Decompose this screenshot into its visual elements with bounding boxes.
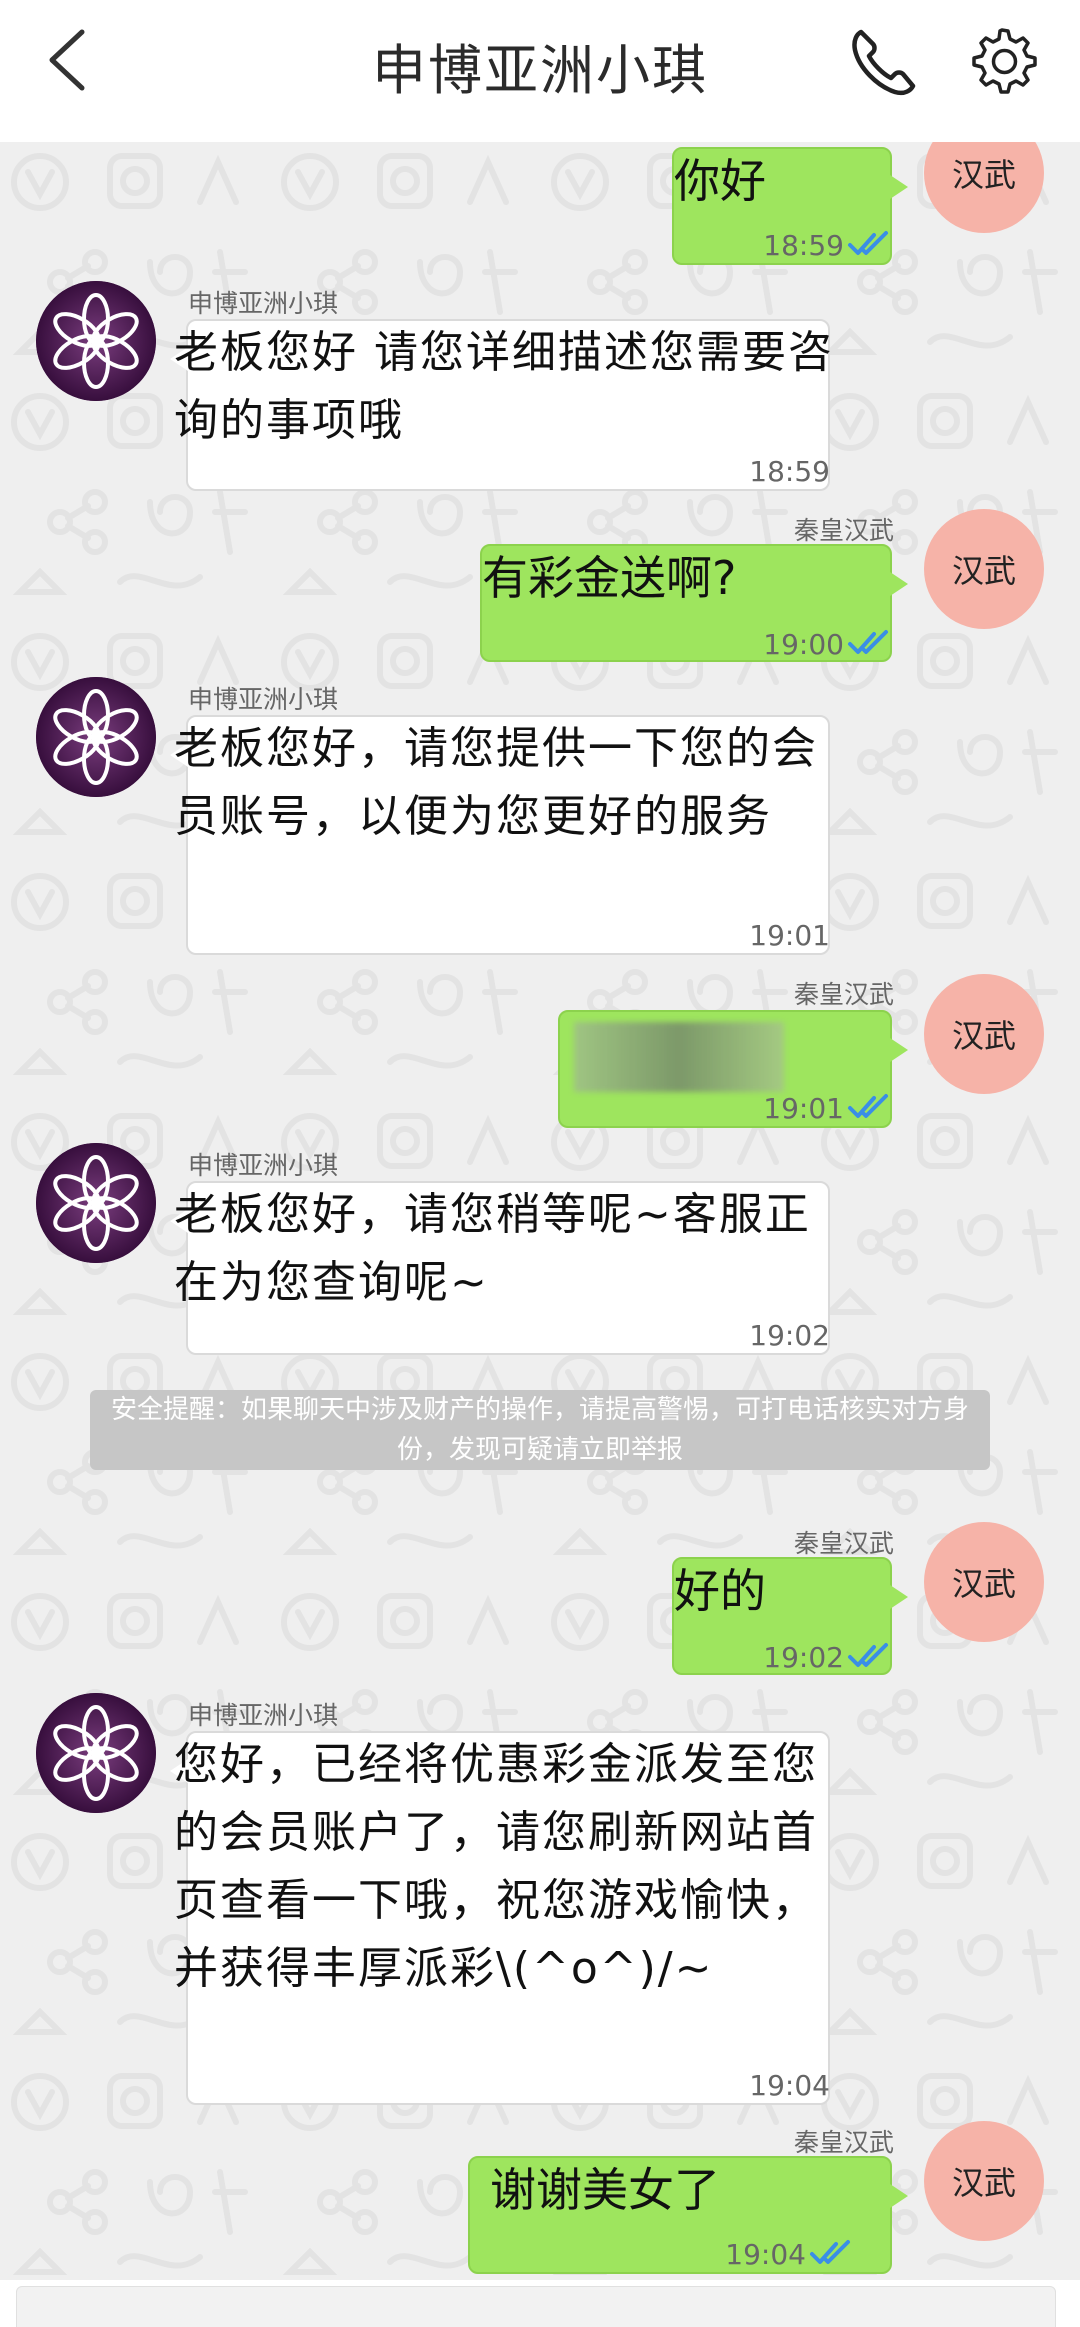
message-time: 19:01 [749,919,830,952]
flower-logo-icon [36,281,156,401]
sender-name: 申博亚洲小琪 [188,685,339,714]
message-text: 您好，已经将优惠彩金派发至您的会员账户了，请您刷新网站首页查看一下哦，祝您游戏愉… [174,1739,818,1994]
message-time: 19:04 [725,2238,806,2271]
message-text: 你好 [674,154,766,208]
message-bubble[interactable]: 您好，已经将优惠彩金派发至您的会员账户了，请您刷新网站首页查看一下哦，祝您游戏愉… [170,1731,830,2105]
contact-avatar[interactable] [36,1693,156,1813]
message-text: 好的 [674,1564,766,1618]
flower-logo-icon [36,677,156,797]
my-avatar[interactable]: 汉武 [924,509,1044,629]
message-text: 老板您好，请您稍等呢~客服正在为您查询呢~ [174,1189,811,1308]
message-time: 18:59 [763,229,844,262]
phone-icon [852,29,916,96]
message-text: 老板您好 请您详细描述您需要咨询的事项哦 [174,327,834,446]
message-bubble[interactable]: 老板您好，请您稍等呢~客服正在为您查询呢~ 19:02 [170,1181,830,1355]
call-button[interactable] [845,20,923,100]
message-text: 有彩金送啊? [482,551,737,605]
settings-button[interactable] [963,20,1041,100]
my-avatar[interactable]: 汉武 [924,974,1044,1094]
message-bubble[interactable]: 老板您好，请您提供一下您的会员账号，以便为您更好的服务 19:01 [170,715,830,955]
contact-avatar[interactable] [36,281,156,401]
message-input[interactable] [16,2286,1056,2327]
read-check-icon [848,1643,888,1667]
message-time: 19:01 [763,1092,844,1125]
redacted-content [574,1022,784,1092]
read-check-icon [810,2240,850,2264]
message-input-bar [0,2280,1080,2327]
message-bubble[interactable]: 有彩金送啊? 19:00 [480,544,908,662]
read-check-icon [848,1094,888,1118]
read-check-icon [848,231,888,255]
message-bubble[interactable]: 19:01 [558,1010,908,1128]
message-time: 19:04 [749,2069,830,2102]
message-time: 19:02 [763,1641,844,1674]
sender-name: 申博亚洲小琪 [188,1701,339,1730]
message-bubble[interactable]: 老板您好 请您详细描述您需要咨询的事项哦 18:59 [170,319,832,491]
message-bubble[interactable]: 你好 18:59 [672,147,908,265]
contact-avatar[interactable] [36,1143,156,1263]
flower-logo-icon [36,1693,156,1813]
sender-name: 秦皇汉武 [793,2128,894,2157]
read-check-icon [848,630,888,654]
sender-name: 申博亚洲小琪 [188,1151,339,1180]
sender-name: 秦皇汉武 [793,980,894,1009]
chat-header: 申博亚洲小琪 [0,0,1080,142]
message-bubble[interactable]: 好的 19:02 [672,1557,908,1675]
sender-name: 秦皇汉武 [793,516,894,545]
message-text: 谢谢美女了 [490,2163,720,2217]
message-bubble[interactable]: 谢谢美女了 19:04 [468,2156,908,2274]
message-text: 老板您好，请您提供一下您的会员账号，以便为您更好的服务 [174,723,818,842]
contact-avatar[interactable] [36,677,156,797]
gear-icon [972,28,1037,94]
sender-name: 秦皇汉武 [793,1529,894,1558]
message-time: 18:59 [749,455,830,488]
flower-logo-icon [36,1143,156,1263]
message-time: 19:00 [763,628,844,661]
my-avatar[interactable]: 汉武 [924,2121,1044,2241]
safety-notice: 安全提醒：如果聊天中涉及财产的操作，请提高警惕，可打电话核实对方身份，发现可疑请… [90,1390,990,1470]
my-avatar[interactable]: 汉武 [924,1522,1044,1642]
sender-name: 申博亚洲小琪 [188,289,339,318]
message-time: 19:02 [749,1319,830,1352]
